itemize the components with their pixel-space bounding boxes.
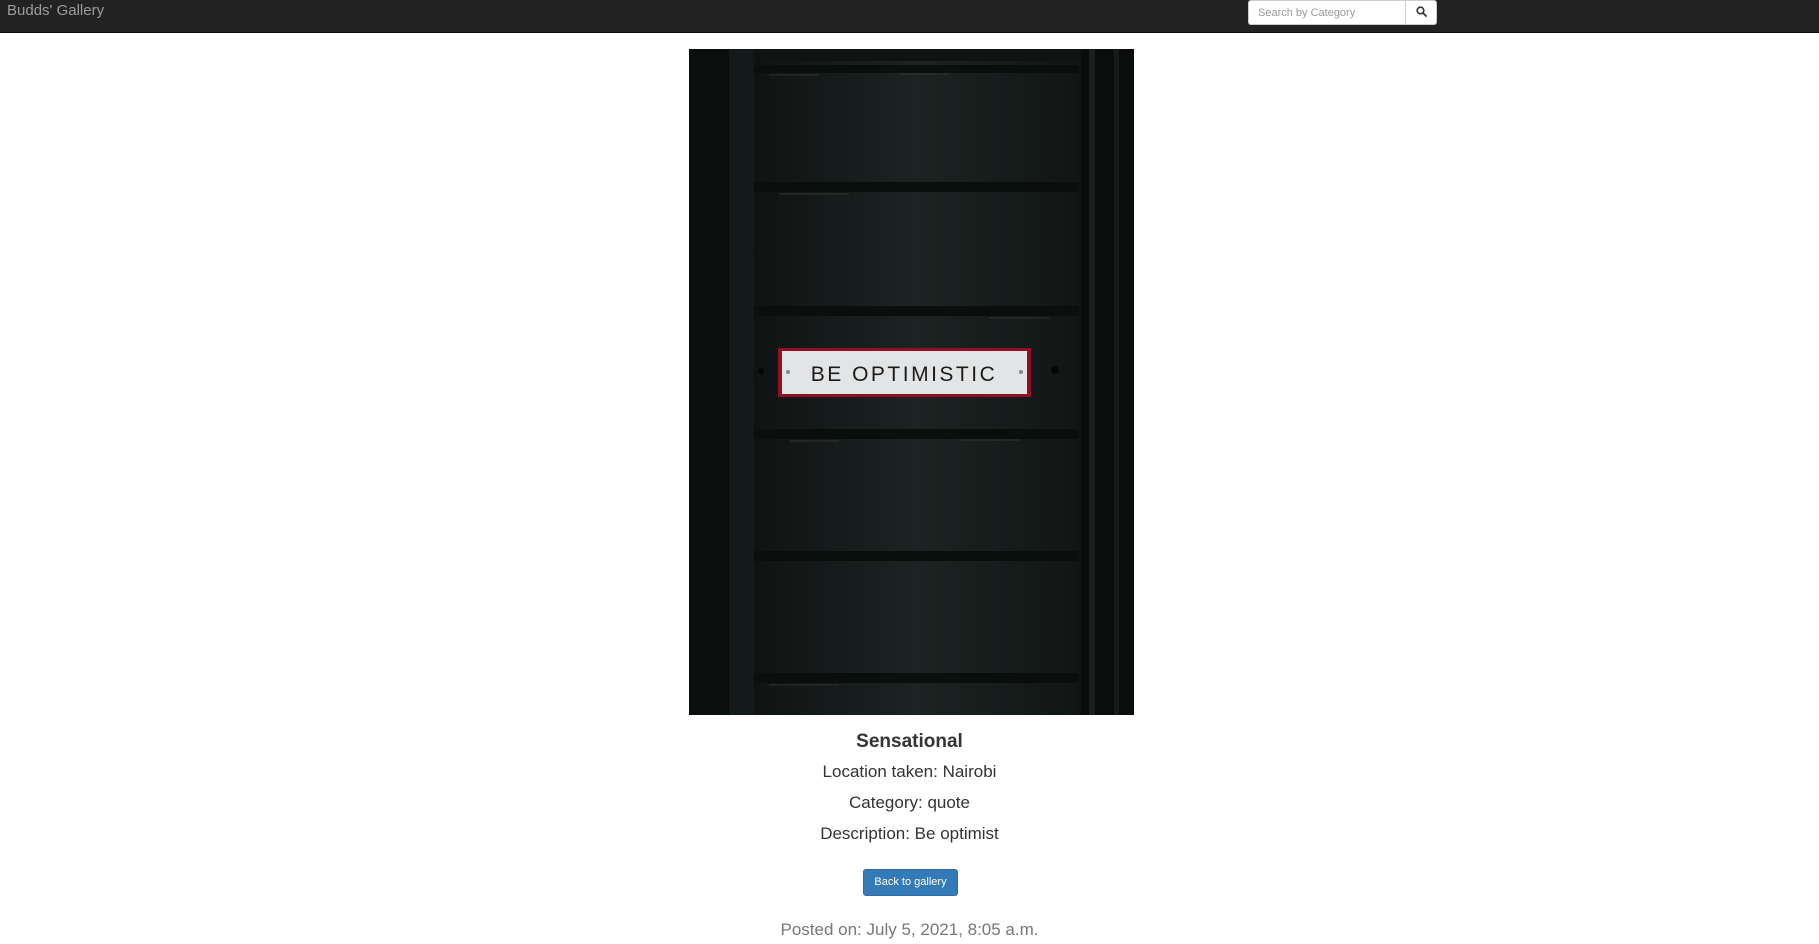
brand-link[interactable]: Budds' Gallery <box>7 2 104 19</box>
search-button[interactable] <box>1405 0 1437 25</box>
posted-date: Posted on: July 5, 2021, 8:05 a.m. <box>780 920 1039 939</box>
top-navbar: Budds' Gallery <box>0 0 1819 33</box>
image-title: Sensational <box>856 731 963 752</box>
gallery-photo: BE OPTIMISTIC <box>689 49 1134 715</box>
search-input[interactable] <box>1248 0 1405 25</box>
category-text: Category: quote <box>849 793 970 812</box>
search-form <box>1248 0 1437 25</box>
back-to-gallery-button[interactable]: Back to gallery <box>863 869 958 896</box>
search-icon <box>1415 5 1427 20</box>
location-text: Location taken: Nairobi <box>822 762 997 781</box>
description-text: Description: Be optimist <box>820 824 999 843</box>
sign-text: BE OPTIMISTIC <box>811 363 998 386</box>
